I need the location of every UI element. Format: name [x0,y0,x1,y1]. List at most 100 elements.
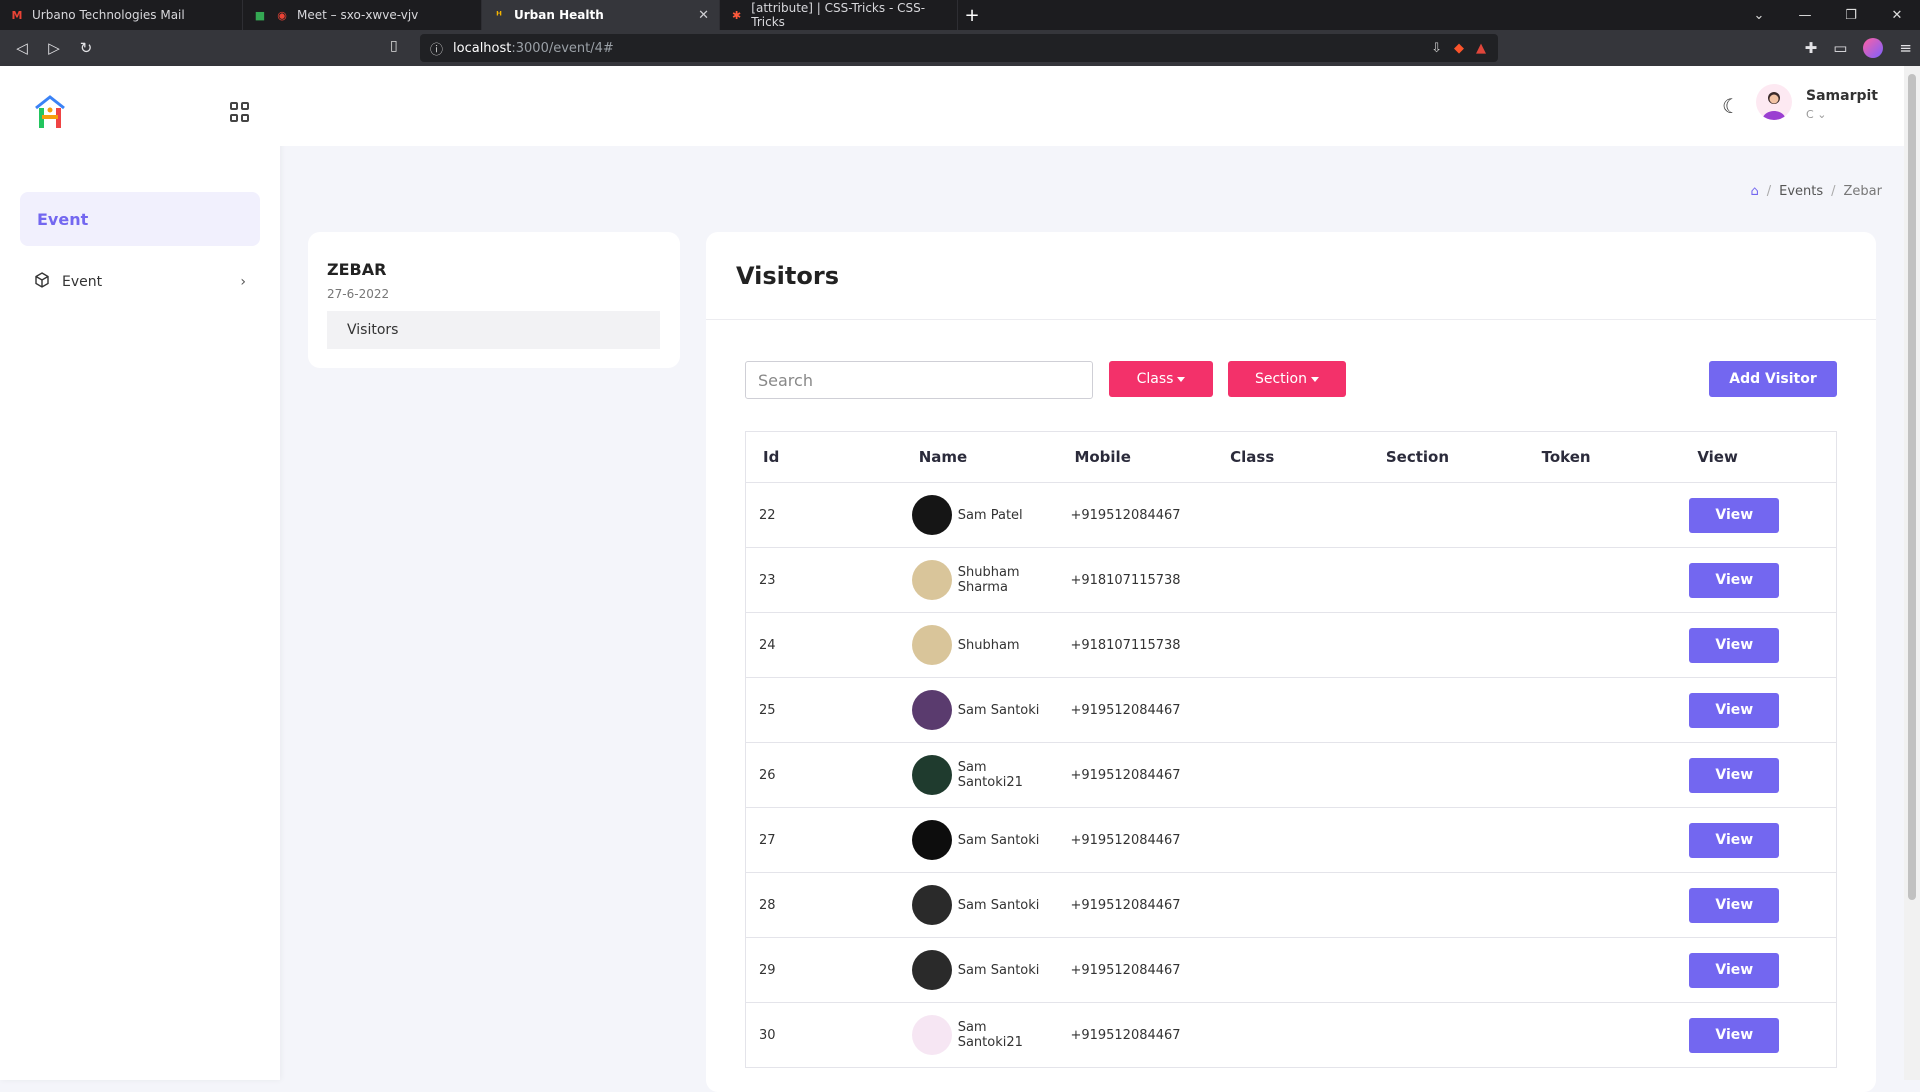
scrollbar-thumb[interactable] [1908,74,1916,900]
visitor-id: 25 [759,702,776,718]
top-header: ☾ Samarpit C ⌄ [280,66,1904,146]
visitors-table: Id Name Mobile Class Section Token View … [745,431,1837,1068]
forward-icon[interactable]: ▷ [38,32,70,64]
view-button[interactable]: View [1689,692,1780,728]
visitor-name-cell: Shubham [902,625,1058,665]
extensions-icon[interactable]: ✚ [1805,39,1818,57]
table-header: Id Name Mobile Class Section Token View [746,432,1836,483]
search-input[interactable] [745,361,1093,399]
visitor-id: 22 [759,507,776,523]
view-button[interactable]: View [1689,627,1780,663]
page-scrollbar[interactable] [1904,66,1920,1080]
view-button[interactable]: View [1689,497,1780,533]
visitor-id: 23 [759,572,776,588]
address-bar[interactable]: ⓘ localhost:3000/event/4# ⇩ ◆ ▲ [420,34,1498,62]
class-filter-button[interactable]: Class [1109,361,1213,397]
new-tab-icon[interactable]: + [958,0,986,30]
visitor-name: Sam Santoki21 [957,1020,1023,1050]
avatar [911,495,952,535]
profile-icon[interactable] [1863,38,1884,58]
visitors-card: Visitors Class Section Add Visitor Id Na… [706,232,1876,1092]
dark-mode-toggle-icon[interactable]: ☾ [1722,94,1740,118]
sidebar-section-event[interactable]: Event [20,192,260,246]
breadcrumb-events[interactable]: Events [1779,184,1823,199]
visitor-controls: Class Section Add Visitor [745,361,1837,399]
minimize-icon[interactable]: — [1782,0,1828,30]
avatar[interactable] [1756,84,1792,120]
view-button[interactable]: View [1689,562,1780,598]
add-visitor-button[interactable]: Add Visitor [1709,361,1837,397]
column-header: Token [1541,448,1591,466]
gmail-icon: M [11,8,23,22]
browser-tab[interactable]: M Urbano Technologies Mail [0,0,243,30]
cube-icon [34,272,50,292]
visitor-name-cell: Sam Santoki [902,950,1058,990]
back-icon[interactable]: ◁ [6,32,38,64]
app-logo[interactable] [30,92,70,132]
view-cell: View [1680,952,1836,988]
browser-tab-active[interactable]: ᴴ Urban Health ✕ [482,0,720,30]
tab-title: Urban Health [514,8,604,22]
install-app-icon[interactable]: ⇩ [1431,41,1442,56]
view-cell: View [1680,822,1836,858]
avatar [911,625,952,665]
user-name[interactable]: Samarpit [1806,88,1878,104]
view-cell: View [1680,692,1836,728]
view-button[interactable]: View [1689,822,1780,858]
meet-icon: ■ [254,8,266,22]
section-filter-button[interactable]: Section [1228,361,1346,397]
menu-icon[interactable]: ≡ [1899,39,1912,57]
chevron-down-icon: ⌄ [1817,108,1827,121]
visitor-mobile: +919512084467 [1070,767,1181,783]
table-row: 24 Shubham +918107115738 View [746,613,1836,678]
column-header: View [1697,448,1738,466]
event-nav-visitors[interactable]: Visitors [327,311,660,349]
window-controls: ⌄ — ❐ ✕ [1736,0,1920,30]
apps-grid-icon[interactable] [230,102,250,122]
visitor-name-cell: Sam Santoki [902,820,1058,860]
browser-tab[interactable]: ■ ◉ Meet – sxo-xwve-vjv [243,0,482,30]
brave-shields-icon[interactable]: ◆ [1454,41,1464,56]
section-filter-label: Section [1254,371,1307,387]
brave-rewards-icon[interactable]: ▲ [1476,41,1486,56]
view-cell: View [1680,757,1836,793]
column-header: Class [1230,448,1275,466]
bookmark-icon[interactable]: ▯ [390,38,398,54]
browser-tab[interactable]: ✱ [attribute] | CSS-Tricks - CSS-Tricks [720,0,958,30]
browser-toolbar: ◁ ▷ ↻ ▯ ⓘ localhost:3000/event/4# ⇩ ◆ ▲ … [0,30,1920,66]
view-button[interactable]: View [1689,1017,1780,1053]
home-icon[interactable]: ⌂ [1750,184,1758,199]
visitor-name-cell: Shubham Sharma [902,560,1058,600]
tab-title: Urbano Technologies Mail [32,8,185,22]
view-button[interactable]: View [1689,887,1780,923]
visitor-name: Sam Santoki [957,832,1040,848]
class-filter-label: Class [1136,371,1174,387]
view-cell: View [1680,562,1836,598]
view-button[interactable]: View [1689,757,1780,793]
restore-icon[interactable]: ❐ [1828,0,1874,30]
recording-icon: ◉ [277,8,287,22]
tab-list-icon[interactable]: ⌄ [1736,0,1782,30]
sidebar-item-event[interactable]: Event › [20,262,260,302]
visitor-mobile: +919512084467 [1070,832,1181,848]
visitor-name: Shubham [957,637,1020,653]
tab-title: [attribute] | CSS-Tricks - CSS-Tricks [751,1,926,29]
visitor-id: 29 [759,962,776,978]
wallet-icon[interactable]: ▭ [1833,39,1847,57]
avatar [911,820,952,860]
visitor-mobile: +918107115738 [1070,637,1181,653]
reload-icon[interactable]: ↻ [70,32,102,64]
view-button[interactable]: View [1689,952,1780,988]
view-cell: View [1680,497,1836,533]
event-card: ZEBAR 27-6-2022 Visitors [308,232,680,368]
close-window-icon[interactable]: ✕ [1874,0,1920,30]
table-row: 29 Sam Santoki +919512084467 View [746,938,1836,1003]
visitor-name: Sam Santoki [957,962,1040,978]
url-path: :3000/event/4# [511,40,614,56]
close-tab-icon[interactable]: ✕ [698,8,709,23]
user-role[interactable]: C ⌄ [1806,108,1826,121]
site-info-icon[interactable]: ⓘ [430,39,443,58]
avatar [911,950,952,990]
visitor-id: 26 [759,767,776,783]
urban-health-icon: ᴴ [496,8,502,22]
